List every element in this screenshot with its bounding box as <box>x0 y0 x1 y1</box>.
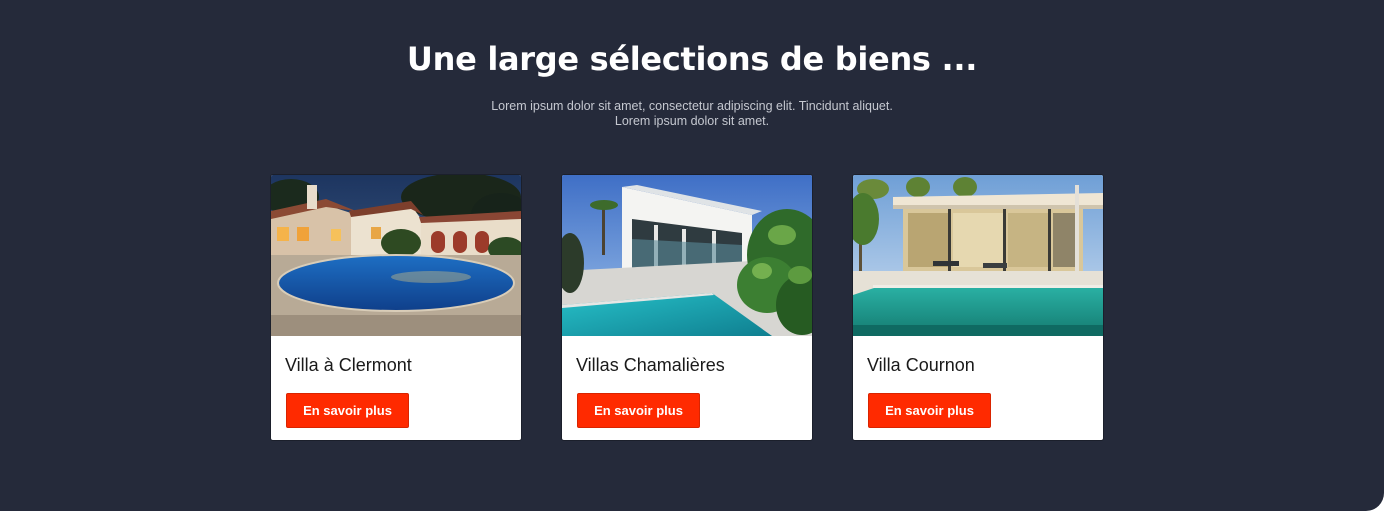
learn-more-button[interactable]: En savoir plus <box>577 393 700 428</box>
learn-more-button[interactable]: En savoir plus <box>868 393 991 428</box>
glass-house-pool-photo <box>853 175 1103 336</box>
property-cards: Villa à Clermont En savoir plus Villas C… <box>270 174 1104 441</box>
subtitle-line-1: Lorem ipsum dolor sit amet, consectetur … <box>491 99 893 113</box>
subtitle-line-2: Lorem ipsum dolor sit amet. <box>614 114 770 128</box>
modern-villa-pool-photo <box>562 175 812 336</box>
card-title: Villa à Clermont <box>285 355 412 375</box>
card-title: Villas Chamalières <box>576 355 725 375</box>
section-heading: Une large sélections de biens ... <box>406 40 978 78</box>
property-card-cournon: Villa Cournon En savoir plus <box>852 174 1104 441</box>
villa-night-pool-photo <box>271 175 521 336</box>
properties-section: Une large sélections de biens ... Lorem … <box>0 0 1384 511</box>
property-card-clermont: Villa à Clermont En savoir plus <box>270 174 522 441</box>
card-title: Villa Cournon <box>867 355 975 375</box>
section-subtitle: Lorem ipsum dolor sit amet, consectetur … <box>442 99 942 129</box>
property-card-chamalieres: Villas Chamalières En savoir plus <box>561 174 813 441</box>
learn-more-button[interactable]: En savoir plus <box>286 393 409 428</box>
